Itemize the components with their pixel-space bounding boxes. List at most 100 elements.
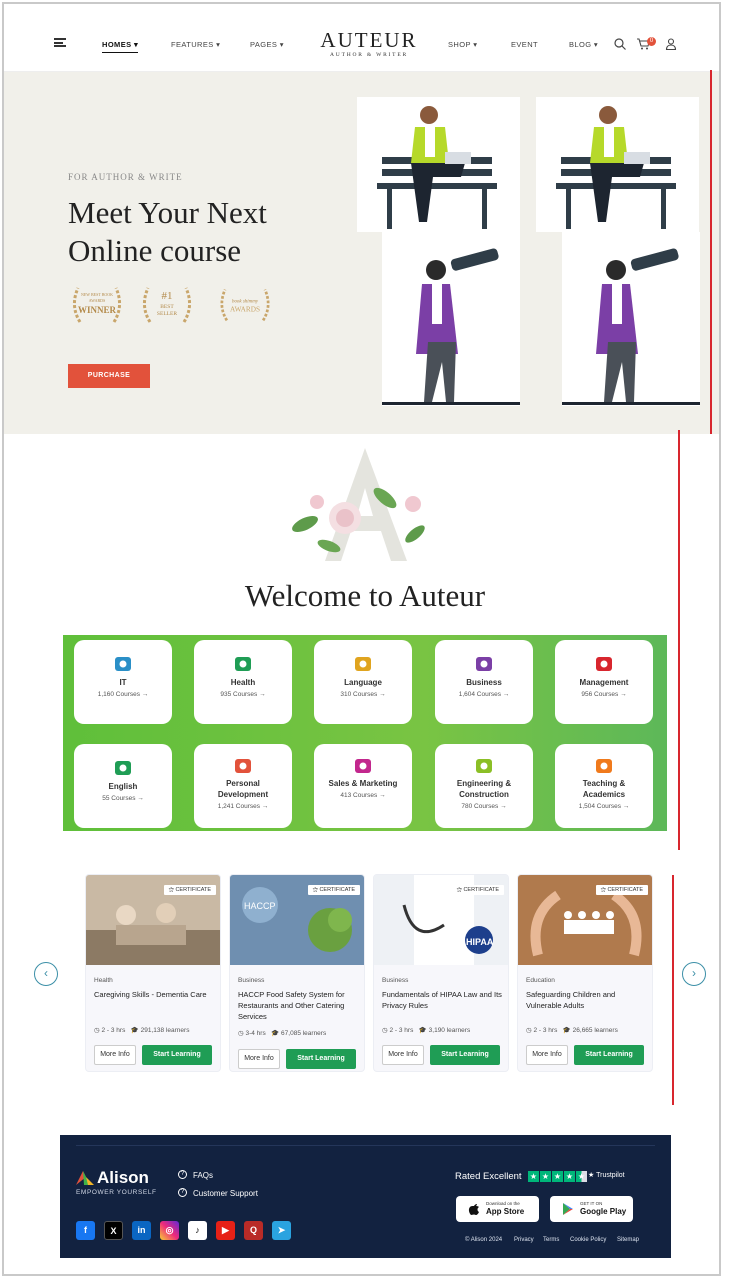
google-play-small-label: GET IT ON [580,1201,603,1206]
category-card[interactable]: English 55 Courses → [74,744,172,828]
footer-link-privacy[interactable]: Privacy [514,1237,534,1243]
annotation-line [672,875,674,1105]
more-info-button[interactable]: More Info [94,1045,136,1065]
svg-text:NEW BEST BOOK: NEW BEST BOOK [81,292,113,297]
course-title[interactable]: Fundamentals of HIPAA Law and Its Privac… [382,989,504,1011]
footer-link-cookie-policy[interactable]: Cookie Policy [570,1237,606,1243]
category-course-count: 1,241 Courses → [217,803,269,810]
course-duration: 2 - 3 hrs [533,1027,558,1034]
course-category: Education [526,977,555,984]
more-info-button[interactable]: More Info [526,1045,568,1065]
course-meta: ◷ 2 - 3 hrs 🎓 291,138 learners [94,1026,189,1034]
man-on-bench-illustration-copy [536,97,699,232]
app-store-button[interactable]: Download on the App Store [456,1196,539,1222]
google-play-icon [563,1203,573,1215]
clock-icon: ◷ [238,1030,244,1037]
course-title[interactable]: HACCP Food Safety System for Restaurants… [238,989,360,1022]
alison-logo-icon [76,1171,94,1185]
category-course-count: 1,160 Courses → [97,691,149,698]
alison-brand[interactable]: Alison [97,1168,149,1188]
footer-link-customer-support[interactable]: Customer Support [193,1189,258,1198]
category-name: Business [466,678,502,687]
question-icon: ? [178,1170,187,1179]
google-play-button[interactable]: GET IT ON Google Play [550,1196,633,1222]
gear-icon [476,759,492,773]
course-card[interactable]: ⚝ CERTIFICATE Health Caregiving Skills - D… [85,874,221,1072]
welcome-title: Welcome to Auteur [244,578,486,613]
footer-link-faqs[interactable]: FAQs [193,1171,213,1180]
nav-homes[interactable]: HOMES ▾ [102,40,139,53]
category-card[interactable]: Teaching & Academics 1,504 Courses → [555,744,653,828]
nav-event[interactable]: EVENT [511,40,538,49]
svg-text:book shimmy: book shimmy [232,299,259,304]
app-store-label: App Store [486,1207,525,1216]
youtube-icon[interactable]: ▶ [216,1221,235,1240]
award-badge-winner: NEW BEST BOOK AWARDS WINNER [73,287,121,323]
nav-shop[interactable]: SHOP ▾ [448,40,477,49]
nav-features[interactable]: FEATURES ▾ [171,40,220,49]
carousel-prev-button[interactable]: ‹ [34,962,58,986]
site-logo[interactable]: AUTEUR AUTHOR & WRITER [314,28,424,58]
purchase-button[interactable]: PURCHASE [68,364,150,388]
category-name: English [108,782,138,791]
floral-letter-a-illustration [292,448,425,561]
category-card[interactable]: Management 956 Courses → [555,640,653,724]
course-card[interactable]: HIPAA ⚝ CERTIFICATE Business Fundamentals o… [373,874,509,1072]
course-card[interactable]: HACCP ⚝ CERTIFICATE Business HACCP Food Saf… [229,874,365,1072]
cart-count-badge: 0 [647,37,656,46]
category-card[interactable]: Language 310 Courses → [314,640,412,724]
facebook-icon[interactable]: f [76,1221,95,1240]
category-course-count: 55 Courses → [102,795,144,802]
course-category: Health [94,977,113,984]
alison-tagline: EMPOWER YOURSELF [76,1189,157,1196]
certificate-badge: ⚝ CERTIFICATE [595,885,648,895]
start-learning-button[interactable]: Start Learning [286,1049,356,1069]
category-card[interactable]: Engineering & Construction 780 Courses → [435,744,533,828]
category-card[interactable]: Sales & Marketing 413 Courses → [314,744,412,828]
svg-text:AWARDS: AWARDS [230,305,260,313]
menu-icon[interactable] [54,38,66,47]
instagram-icon[interactable]: ◎ [160,1221,179,1240]
start-learning-button[interactable]: Start Learning [430,1045,500,1065]
linkedin-icon[interactable]: in [132,1221,151,1240]
svg-text:HACCP: HACCP [244,901,276,911]
course-category: Business [238,977,265,984]
category-card[interactable]: Health 935 Courses → [194,640,292,724]
nav-blog[interactable]: BLOG ▾ [569,40,598,49]
chart-growth-icon [476,657,492,671]
telegram-icon[interactable]: ➤ [272,1221,291,1240]
carousel-next-button[interactable]: › [682,962,706,986]
footer-link-terms[interactable]: Terms [543,1237,559,1243]
search-icon[interactable] [613,37,627,51]
category-card[interactable]: IT 1,160 Courses → [74,640,172,724]
x-icon[interactable]: X [104,1221,123,1240]
certificate-badge: ⚝ CERTIFICATE [163,885,216,895]
alison-footer: Alison EMPOWER YOURSELF ? FAQs ? Custome… [60,1135,671,1258]
graduation-cap-icon: 🎓 [271,1030,280,1037]
tiktok-icon[interactable]: ♪ [188,1221,207,1240]
hero-title-line1: Meet Your Next [68,195,267,230]
start-learning-button[interactable]: Start Learning [142,1045,212,1065]
course-card[interactable]: ⚝ CERTIFICATE Education Safeguarding Child… [517,874,653,1072]
svg-text:WINNER: WINNER [78,305,117,315]
more-info-button[interactable]: More Info [238,1049,280,1069]
course-learners: 67,085 learners [281,1030,327,1037]
quora-icon[interactable]: Q [244,1221,263,1240]
course-title[interactable]: Caregiving Skills - Dementia Care [94,989,216,1000]
course-meta: ◷ 3-4 hrs 🎓 67,085 learners [238,1029,326,1037]
more-info-button[interactable]: More Info [382,1045,424,1065]
graduation-cap-icon: 🎓 [418,1027,427,1034]
man-on-bench-illustration [357,97,520,232]
course-title[interactable]: Safeguarding Children and Vulnerable Adu… [526,989,648,1011]
start-learning-button[interactable]: Start Learning [574,1045,644,1065]
course-learners: 291,138 learners [140,1027,190,1034]
nav-pages[interactable]: PAGES ▾ [250,40,284,49]
user-icon[interactable] [664,37,678,51]
svg-text:BEST: BEST [160,304,174,310]
trustpilot-stars: ★ ★ ★ ★ ★ [528,1171,587,1182]
footer-link-sitemap[interactable]: Sitemap [617,1237,639,1243]
category-card[interactable]: Personal Development 1,241 Courses → [194,744,292,828]
category-card[interactable]: Business 1,604 Courses → [435,640,533,724]
hero-title-line2: Online course [68,233,242,268]
award-badge-best-seller: #1 BEST SELLER [143,287,191,323]
